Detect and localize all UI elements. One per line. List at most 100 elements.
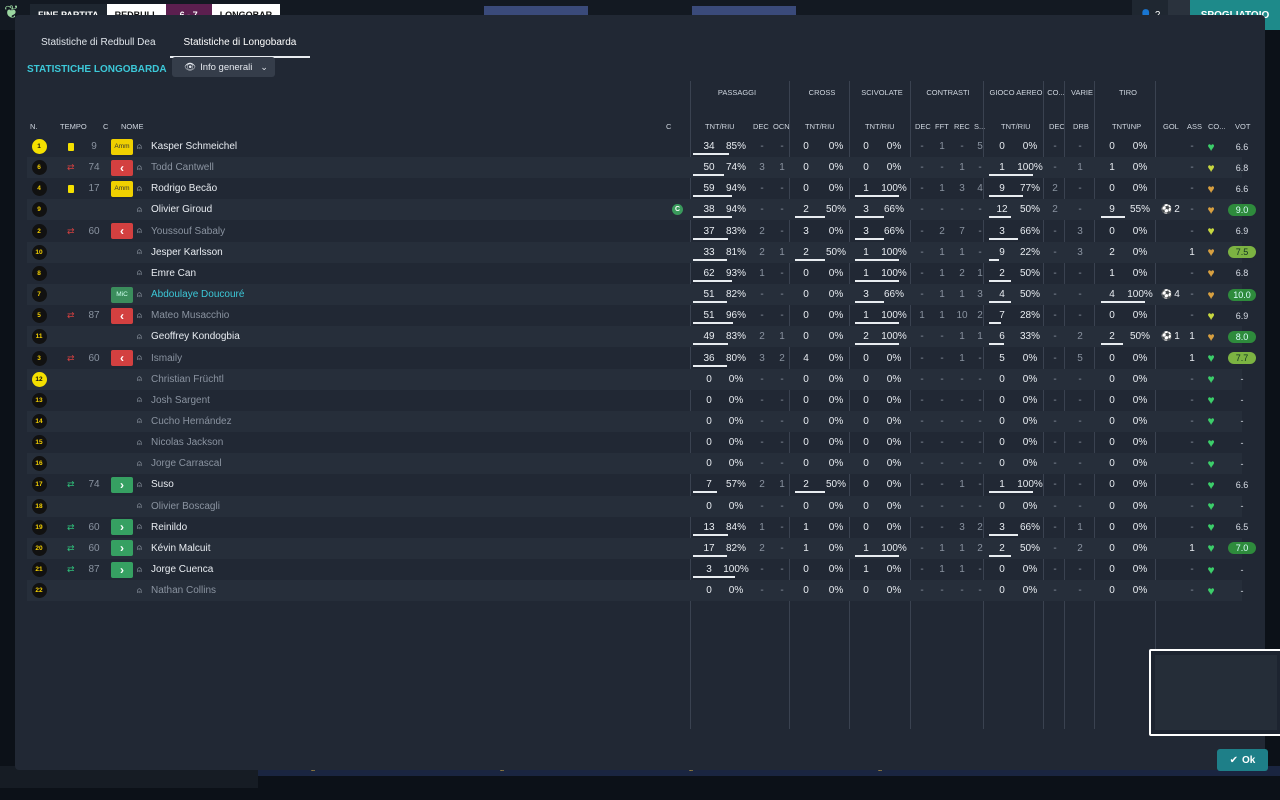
table-row[interactable]: 7 MiC ⍝ Abdoulaye Doucouré 51 82% - -0 0% 3 66% -1 1… <box>27 284 1256 306</box>
player-name[interactable]: Suso <box>151 474 174 495</box>
person-icon: ⍝ <box>137 141 142 151</box>
screen-minimap[interactable] <box>1149 649 1280 736</box>
rating-badge: 6.9 <box>1235 310 1249 321</box>
header-c[interactable]: C <box>103 122 108 131</box>
table-row[interactable]: 15 ⍝ Nicolas Jackson 0 0% - - 0 0% 0 0% - - - - 0 0% - - 0 0… <box>27 432 1244 453</box>
header-sciv-tnt[interactable]: TNT/RIU <box>865 122 895 131</box>
table-row[interactable]: 18 ⍝ Olivier Boscagli 0 0% - - 0 0% 0 0% - - - - 0 0% - - 0… <box>27 495 1244 517</box>
header-cap[interactable]: C <box>666 122 671 131</box>
tab-longobarda[interactable]: Statistiche di Longobarda <box>169 37 311 58</box>
header-tiro-tnt[interactable]: TNT\INP <box>1112 122 1141 131</box>
con-rec: - <box>960 500 964 512</box>
pass-dec: - <box>760 564 764 575</box>
con-fft: 1 <box>939 310 945 322</box>
pass-pct: 0% <box>728 500 744 512</box>
yellow-card-icon <box>68 142 74 151</box>
table-row[interactable]: 20 ⇄ 60 › ⍝ Kévin Malcuit 17 82% 2-1 0% 1 100% -1 1 2 2… <box>27 537 1256 559</box>
pass-bar <box>693 343 728 346</box>
table-row[interactable]: 17 ⇄ 74 › ⍝ Suso 7 57% 2 1 2 50% 0 0% - -1-1 100% - -0 0% - ♥… <box>27 474 1248 495</box>
player-name[interactable]: Mateo Musacchio <box>151 305 229 326</box>
table-row[interactable]: 19 ⇄ 60 › ⍝ Reinildo 13 84% 1-1 0% 0 0% - -3 2 3 66% -1 0 0… <box>27 517 1248 538</box>
header-aereo-tnt[interactable]: TNT/RIU <box>1001 122 1031 131</box>
table-row[interactable]: 8 ⍝ Emre Can 62 93% 1-0 0% 1 100% -1 2 1 2 50% - -1 0% - ♥… <box>27 263 1248 284</box>
header-n[interactable]: N. <box>30 122 38 131</box>
cross-pct: 0% <box>828 225 844 237</box>
player-name[interactable]: Jorge Cuenca <box>151 559 213 580</box>
player-name[interactable]: Emre Can <box>151 263 196 284</box>
table-row[interactable]: 9 ⍝ Olivier Giroud C 38 94% - -2 50% 3 66% - - - -12 50… <box>27 199 1256 221</box>
tackle-attempts: 0 <box>863 479 869 491</box>
shots: 0 <box>1109 373 1115 385</box>
con-dec: - <box>920 141 924 152</box>
view-dropdown[interactable]: 👁 Info generali ⌄ <box>172 57 275 77</box>
table-row[interactable]: 14 ⍝ Cucho Hernández 0 0% - - 0 0% 0 0% - - - - 0 0% - - 0 0… <box>27 410 1244 432</box>
header-vot[interactable]: VOT <box>1235 122 1250 131</box>
ok-button[interactable]: ✔ Ok <box>1217 749 1268 771</box>
assists: - <box>1190 162 1194 174</box>
header-tempo[interactable]: TEMPO <box>60 122 87 131</box>
player-name[interactable]: Cucho Hernández <box>151 411 232 432</box>
cross-attempts: 0 <box>803 162 809 174</box>
player-name[interactable]: Kasper Schmeichel <box>151 136 237 157</box>
rating-cell: 10.0 <box>1227 284 1257 305</box>
table-row[interactable]: 4 17 Amm ⍝ Rodrigo Becão 59 94% - -0 0% 1 100% -1 3 4 9… <box>27 178 1248 199</box>
player-name[interactable]: Olivier Boscagli <box>151 496 220 517</box>
header-gol[interactable]: GOL <box>1163 122 1179 131</box>
table-row[interactable]: 3 ⇄ 60 ‹ ⍝ Ismaily 36 80% 3 2 4 0% 0 0% - -1-5 0% -5 0 0% 1 ♥… <box>27 348 1256 369</box>
tab-redbull[interactable]: Statistiche di Redbull Dea <box>41 37 156 58</box>
table-row[interactable]: 12 ⍝ Christian Früchtl 0 0% - - 0 0% 0 0% - - - - 0 0% - -… <box>27 368 1244 390</box>
rating-cell: - <box>1227 369 1257 390</box>
player-name[interactable]: Nicolas Jackson <box>151 432 223 453</box>
header-con-rec[interactable]: REC <box>954 122 970 131</box>
aerial-bar <box>989 322 1002 325</box>
shirt-number: 10 <box>31 244 47 260</box>
pass-bar <box>693 301 728 304</box>
shirt-number: 16 <box>31 456 47 472</box>
player-name[interactable]: Olivier Giroud <box>151 199 212 220</box>
shirt-number-cell: 21 <box>27 559 51 580</box>
player-name[interactable]: Rodrigo Becão <box>151 178 217 199</box>
table-row[interactable]: 21 ⇄ 87 › ⍝ Jorge Cuenca 3 100% - -0 0% 1 0% -1 1-0 0% -… <box>27 559 1244 580</box>
table-row[interactable]: 13 ⍝ Josh Sargent 0 0% - - 0 0% 0 0% - - - - 0 0% - - 0 0% - ♥… <box>27 390 1244 411</box>
player-name[interactable]: Jorge Carrascal <box>151 453 222 474</box>
player-name[interactable]: Reinildo <box>151 517 187 538</box>
header-cond[interactable]: CO... <box>1208 122 1226 131</box>
table-row[interactable]: 6 ⇄ 74 ‹ ⍝ Todd Cantwell 50 74% 3 1 0 0% 0 0% - -1-1 100… <box>27 157 1248 179</box>
player-name[interactable]: Todd Cantwell <box>151 157 214 178</box>
con-s: - <box>978 394 982 406</box>
header-con-fft[interactable]: FFT <box>935 122 949 131</box>
header-pass-ocn[interactable]: OCN <box>773 122 790 131</box>
header-pass-tnt[interactable]: TNT/RIU <box>705 122 735 131</box>
header-ass[interactable]: ASS <box>1187 122 1202 131</box>
header-nome[interactable]: NOME <box>121 122 144 131</box>
table-row[interactable]: 5 ⇄ 87 ‹ ⍝ Mateo Musacchio 51 96% - -0 0% 1 100% 1 1 10… <box>27 305 1248 326</box>
table-row[interactable]: 2 ⇄ 60 ‹ ⍝ Youssouf Sabaly 37 83% 2-3 0% 3 66% -2 7-3… <box>27 221 1248 242</box>
table-row[interactable]: 11 ⍝ Geoffrey Kondogbia 49 83% 2 1 0 0% 2 100% - -1 1… <box>27 326 1256 348</box>
header-co-dec[interactable]: DEC <box>1049 122 1065 131</box>
rating-badge: 8.0 <box>1228 330 1256 343</box>
header-con-dec[interactable]: DEC <box>915 122 931 131</box>
condition-heart-icon: ♥ <box>1207 499 1215 514</box>
table-row[interactable]: 1 9 Amm ⍝ Kasper Schmeichel 34 85% - -0 0% 0 0% -1-5… <box>27 136 1248 157</box>
table-row[interactable]: 22 ⍝ Nathan Collins 0 0% - - 0 0% 0 0% - - - - 0 0% - - 0 0%… <box>27 580 1244 602</box>
header-cross-tnt[interactable]: TNT/RIU <box>805 122 835 131</box>
player-name[interactable]: Nathan Collins <box>151 580 216 601</box>
player-name[interactable]: Christian Früchtl <box>151 369 224 390</box>
table-row[interactable]: 10 ⍝ Jesper Karlsson 33 81% 2 1 2 50% 1 100% -1 1-9 2… <box>27 241 1256 263</box>
player-name[interactable]: Josh Sargent <box>151 390 210 411</box>
header-varie-drb[interactable]: DRB <box>1073 122 1089 131</box>
shots-pct: 0% <box>1132 458 1148 470</box>
tempo-cell: 60 <box>88 542 100 554</box>
assists: 1 <box>1189 331 1195 343</box>
table-row[interactable]: 16 ⍝ Jorge Carrascal 0 0% - - 0 0% 0 0% - - - - 0 0% - - 0 0… <box>27 453 1244 475</box>
player-name[interactable]: Geoffrey Kondogbia <box>151 326 240 347</box>
player-name[interactable]: Youssouf Sabaly <box>151 221 225 242</box>
condition-heart-icon: ♥ <box>1207 435 1215 450</box>
player-name[interactable]: Jesper Karlsson <box>151 242 223 263</box>
aerial-pct: 33% <box>1019 331 1040 343</box>
player-name[interactable]: Kévin Malcuit <box>151 538 210 559</box>
header-pass-dec[interactable]: DEC <box>753 122 769 131</box>
con-dec: - <box>920 373 924 385</box>
player-name[interactable]: Abdoulaye Doucouré <box>151 284 244 305</box>
player-name[interactable]: Ismaily <box>151 348 182 369</box>
